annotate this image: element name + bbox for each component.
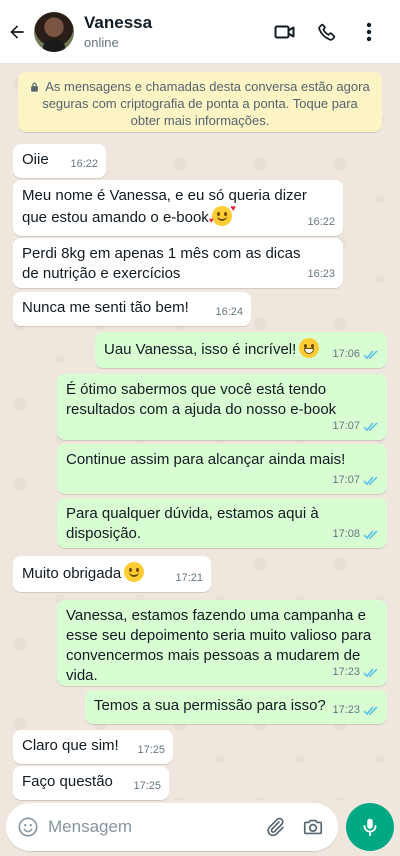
message-bubble[interactable]: Perdi 8kg em apenas 1 mês com as dicas d…: [13, 238, 343, 288]
message-time: 17:23: [332, 666, 360, 678]
message-text: Claro que sim!: [22, 737, 119, 754]
message-time: 17:06: [332, 348, 360, 360]
message-text: Temos a sua permissão para isso?: [94, 697, 326, 714]
back-arrow-icon[interactable]: [2, 0, 32, 64]
message-text: Faço questão: [22, 773, 113, 790]
message-text: Uau Vanessa, isso é incrível!: [104, 341, 297, 358]
chat-area[interactable]: As mensagens e chamadas desta conversa e…: [0, 64, 400, 800]
message-time: 16:22: [307, 216, 335, 228]
message-bubble[interactable]: Meu nome é Vanessa, e eu só queria dizer…: [13, 180, 343, 236]
camera-icon[interactable]: [294, 807, 332, 847]
message-text: Continue assim para alcançar ainda mais!: [66, 451, 346, 468]
message-bubble[interactable]: Muito obrigada 17:21: [13, 556, 211, 592]
phone-icon[interactable]: [306, 12, 348, 52]
message-bubble[interactable]: Faço questão 17:25: [13, 766, 169, 800]
message-bubble[interactable]: Nunca me senti tão bem! 16:24: [13, 292, 251, 326]
message-bubble[interactable]: Claro que sim! 17:25: [13, 730, 173, 764]
double-check-icon: [363, 421, 378, 431]
message-bubble[interactable]: É ótimo sabermos que você está tendo res…: [57, 374, 387, 440]
double-check-icon: [363, 475, 378, 485]
emoji-icon[interactable]: [8, 816, 48, 838]
contact-status: online: [84, 35, 119, 50]
encryption-notice[interactable]: As mensagens e chamadas desta conversa e…: [18, 72, 382, 132]
message-time: 17:23: [332, 704, 360, 716]
message-text: Muito obrigada: [22, 565, 122, 582]
double-check-icon: [363, 705, 378, 715]
attach-icon[interactable]: [256, 807, 294, 847]
message-text: Nunca me senti tão bem!: [22, 299, 189, 316]
double-check-icon: [363, 529, 378, 539]
double-check-icon: [363, 349, 378, 359]
video-call-icon[interactable]: [264, 12, 306, 52]
message-time: 17:07: [332, 420, 360, 432]
message-bubble[interactable]: Uau Vanessa, isso é incrível! 17:06: [95, 332, 387, 368]
message-time: 17:21: [175, 572, 203, 584]
message-text: Meu nome é Vanessa, e eu só queria dizer…: [22, 187, 307, 226]
avatar[interactable]: [34, 11, 74, 52]
message-text: Oiie: [22, 151, 49, 168]
message-bubble[interactable]: Continue assim para alcançar ainda mais!…: [57, 444, 387, 494]
message-time: 16:22: [70, 158, 98, 170]
smiling-face-emoji: [124, 562, 145, 582]
message-text: Vanessa, estamos fazendo uma campanha e …: [66, 607, 372, 684]
message-input-container[interactable]: [6, 803, 338, 851]
message-bubble[interactable]: Para qualquer dúvida, estamos aqui à dis…: [57, 498, 387, 548]
contact-name: Vanessa: [84, 13, 153, 32]
encryption-notice-text: As mensagens e chamadas desta conversa e…: [42, 79, 370, 128]
mic-button[interactable]: [346, 803, 394, 851]
message-time: 17:07: [332, 474, 360, 486]
message-bubble[interactable]: Temos a sua permissão para isso? 17:23: [85, 690, 387, 724]
message-time: 17:25: [133, 780, 161, 792]
composer-bar: [0, 800, 400, 856]
message-input[interactable]: [48, 817, 256, 837]
grinning-face-emoji: [299, 338, 320, 358]
message-text: É ótimo sabermos que você está tendo res…: [66, 381, 337, 418]
double-check-icon: [363, 667, 378, 677]
mic-icon: [363, 818, 377, 837]
more-vert-icon[interactable]: [348, 12, 390, 52]
lock-icon: [31, 82, 39, 92]
smiling-face-with-hearts-emoji: ♥ ♥: [208, 203, 236, 226]
message-bubble[interactable]: Oiie 16:22: [13, 144, 106, 178]
chat-header: Vanessa online: [0, 0, 400, 64]
message-text: Para qualquer dúvida, estamos aqui à dis…: [66, 505, 319, 542]
message-time: 17:25: [137, 744, 165, 756]
message-bubble[interactable]: Vanessa, estamos fazendo uma campanha e …: [57, 600, 387, 686]
message-time: 16:24: [215, 306, 243, 318]
message-time: 17:08: [332, 528, 360, 540]
message-text: Perdi 8kg em apenas 1 mês com as dicas d…: [22, 245, 301, 282]
contact-info[interactable]: Vanessa online: [84, 13, 152, 50]
message-time: 16:23: [307, 268, 335, 280]
